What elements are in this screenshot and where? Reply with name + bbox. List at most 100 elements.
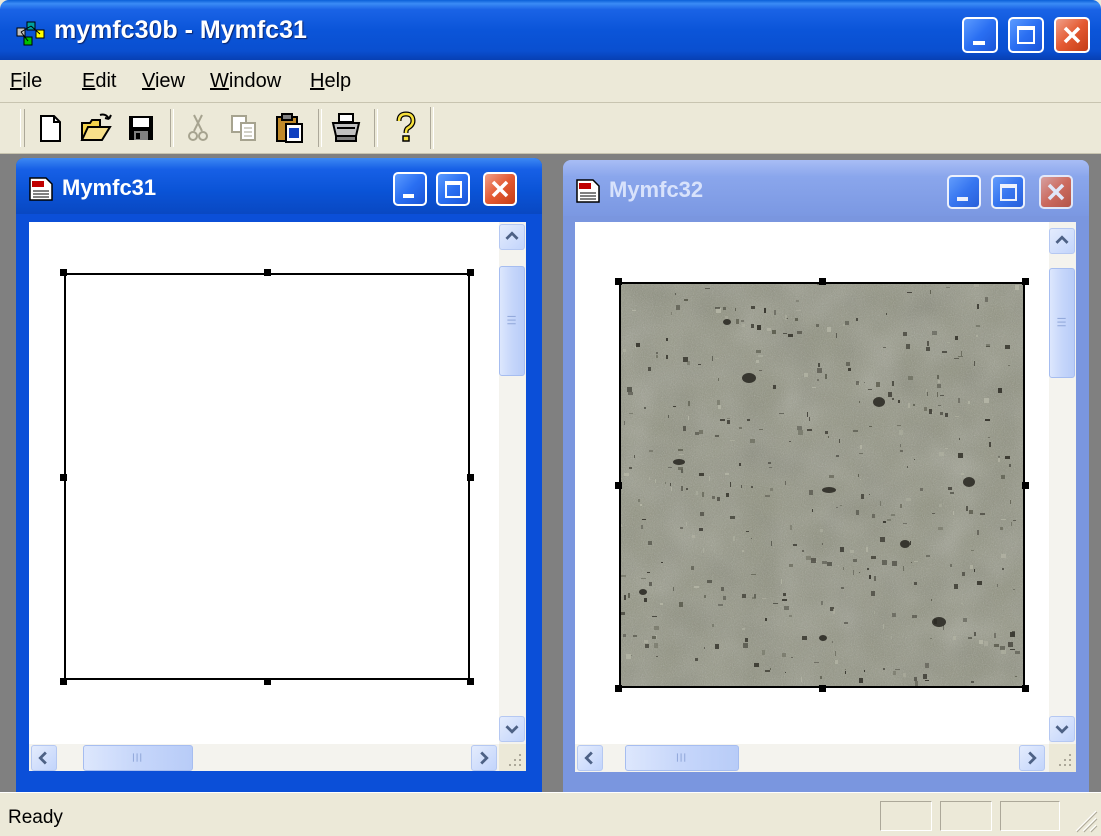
- horizontal-scrollbar[interactable]: [29, 744, 499, 771]
- child-maximize-button[interactable]: [991, 175, 1025, 209]
- horizontal-scrollbar[interactable]: [575, 744, 1049, 772]
- resize-handle[interactable]: [1022, 685, 1029, 692]
- vertical-scrollbar[interactable]: [1049, 222, 1076, 744]
- child-maximize-button[interactable]: [436, 172, 470, 206]
- document-view[interactable]: [575, 222, 1049, 744]
- selection-frame[interactable]: [619, 282, 1025, 688]
- status-pane: [1000, 801, 1060, 831]
- scroll-left-button[interactable]: [31, 745, 57, 771]
- grip-icon: [676, 753, 686, 762]
- grip-icon: [1057, 317, 1066, 327]
- child-minimize-button[interactable]: [393, 172, 427, 206]
- child-title-bar[interactable]: Mymfc32: [563, 160, 1089, 216]
- status-bar: Ready: [0, 792, 1101, 836]
- resize-handle[interactable]: [615, 685, 622, 692]
- minimize-button[interactable]: [962, 17, 998, 53]
- status-text: Ready: [8, 807, 63, 828]
- application-window: mymfc30b - Mymfc31 File Edit View Window…: [0, 0, 1101, 836]
- close-button[interactable]: [1054, 17, 1090, 53]
- scroll-down-button[interactable]: [499, 716, 525, 742]
- paste-icon[interactable]: [272, 109, 308, 147]
- main-title-bar[interactable]: mymfc30b - Mymfc31: [0, 0, 1101, 60]
- child-title-bar[interactable]: Mymfc31: [16, 158, 542, 214]
- resize-handle[interactable]: [615, 482, 622, 489]
- toolbar-separator: [170, 109, 174, 147]
- copy-icon[interactable]: [226, 109, 262, 147]
- resize-handle[interactable]: [467, 269, 474, 276]
- chevron-left-icon: [38, 751, 47, 765]
- chevron-up-icon: [505, 231, 519, 240]
- new-icon[interactable]: [32, 109, 68, 147]
- toolbar-grip[interactable]: [20, 109, 25, 147]
- save-icon[interactable]: [122, 109, 158, 147]
- scroll-up-button[interactable]: [1049, 228, 1075, 254]
- toolbar-separator: [374, 109, 378, 147]
- resize-handle[interactable]: [467, 474, 474, 481]
- minimize-icon: [973, 41, 985, 45]
- menu-help[interactable]: Help: [310, 70, 351, 93]
- vertical-scroll-thumb[interactable]: [1049, 268, 1075, 378]
- vertical-scrollbar[interactable]: [499, 222, 526, 744]
- menu-view[interactable]: View: [142, 70, 185, 93]
- resize-handle[interactable]: [264, 269, 271, 276]
- maximize-icon: [1000, 184, 1017, 201]
- toolbar: [0, 103, 1101, 154]
- chevron-down-icon: [505, 725, 519, 734]
- status-pane: [880, 801, 932, 831]
- document-icon: [29, 177, 53, 201]
- horizontal-scroll-thumb[interactable]: [83, 745, 193, 771]
- minimize-icon: [957, 197, 968, 201]
- chevron-left-icon: [584, 751, 593, 765]
- menu-edit[interactable]: Edit: [82, 70, 116, 93]
- mdi-client-area: Mymfc31 Mymfc32: [0, 154, 1101, 792]
- size-grip[interactable]: [1049, 744, 1076, 772]
- size-grip-icon[interactable]: [1068, 803, 1098, 833]
- resize-handle[interactable]: [615, 278, 622, 285]
- maximize-icon: [445, 181, 462, 198]
- child-window-mymfc32[interactable]: Mymfc32: [563, 160, 1089, 792]
- app-icon[interactable]: [16, 20, 46, 48]
- scroll-left-button[interactable]: [577, 745, 603, 771]
- help-icon[interactable]: [388, 109, 424, 147]
- chevron-down-icon: [1055, 725, 1069, 734]
- close-icon: [1047, 183, 1065, 201]
- selection-frame[interactable]: [64, 273, 470, 680]
- close-icon: [491, 180, 509, 198]
- resize-handle[interactable]: [60, 474, 67, 481]
- menu-window[interactable]: Window: [210, 70, 281, 93]
- size-grip[interactable]: [499, 744, 526, 771]
- resize-handle[interactable]: [819, 278, 826, 285]
- resize-handle[interactable]: [1022, 482, 1029, 489]
- resize-handle[interactable]: [60, 678, 67, 685]
- child-close-button[interactable]: [1039, 175, 1073, 209]
- minimize-icon: [403, 194, 414, 198]
- child-window-mymfc31[interactable]: Mymfc31: [16, 158, 542, 792]
- resize-handle[interactable]: [264, 678, 271, 685]
- scroll-down-button[interactable]: [1049, 716, 1075, 742]
- resize-handle[interactable]: [819, 685, 826, 692]
- horizontal-scroll-thumb[interactable]: [625, 745, 739, 771]
- open-icon[interactable]: [78, 109, 114, 147]
- toolbar-end: [430, 107, 434, 149]
- print-icon[interactable]: [328, 109, 364, 147]
- child-close-button[interactable]: [483, 172, 517, 206]
- resize-handle[interactable]: [1022, 278, 1029, 285]
- scroll-up-button[interactable]: [499, 224, 525, 250]
- maximize-button[interactable]: [1008, 17, 1044, 53]
- toolbar-separator: [318, 109, 322, 147]
- child-minimize-button[interactable]: [947, 175, 981, 209]
- chevron-up-icon: [1055, 235, 1069, 244]
- size-grip-icon: [509, 754, 521, 766]
- vertical-scroll-thumb[interactable]: [499, 266, 525, 376]
- resize-handle[interactable]: [60, 269, 67, 276]
- scroll-right-button[interactable]: [471, 745, 497, 771]
- scroll-right-button[interactable]: [1019, 745, 1045, 771]
- status-pane: [940, 801, 992, 831]
- chevron-right-icon: [1028, 751, 1037, 765]
- child-title: Mymfc32: [609, 177, 704, 202]
- resize-handle[interactable]: [467, 678, 474, 685]
- document-view[interactable]: [29, 222, 499, 744]
- cut-icon[interactable]: [180, 109, 216, 147]
- menu-file[interactable]: File: [10, 70, 42, 93]
- chevron-right-icon: [480, 751, 489, 765]
